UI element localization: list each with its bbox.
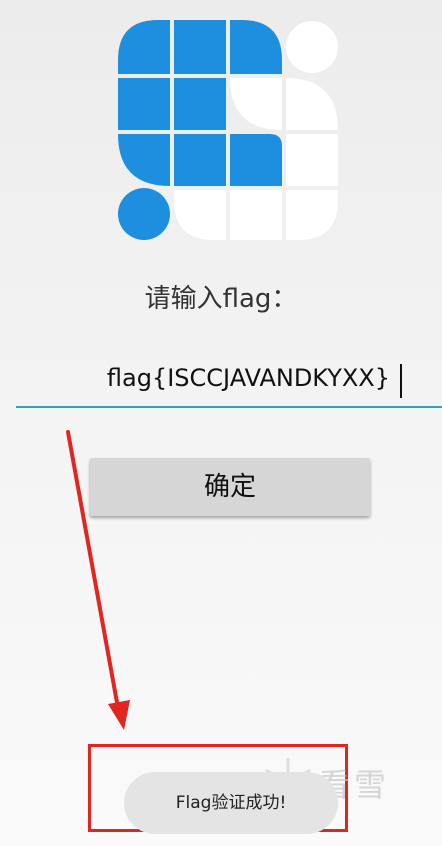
flag-prompt-label: 请输入flag： <box>144 284 298 314</box>
success-toast: Flag验证成功! <box>124 772 338 834</box>
confirm-button[interactable]: 确定 <box>90 458 370 516</box>
flag-input-value: flag{ISCCJAVANDKYXX} <box>106 364 390 392</box>
text-cursor <box>400 364 402 398</box>
app-logo <box>118 20 338 240</box>
flag-input[interactable]: flag{ISCCJAVANDKYXX} <box>16 360 442 408</box>
